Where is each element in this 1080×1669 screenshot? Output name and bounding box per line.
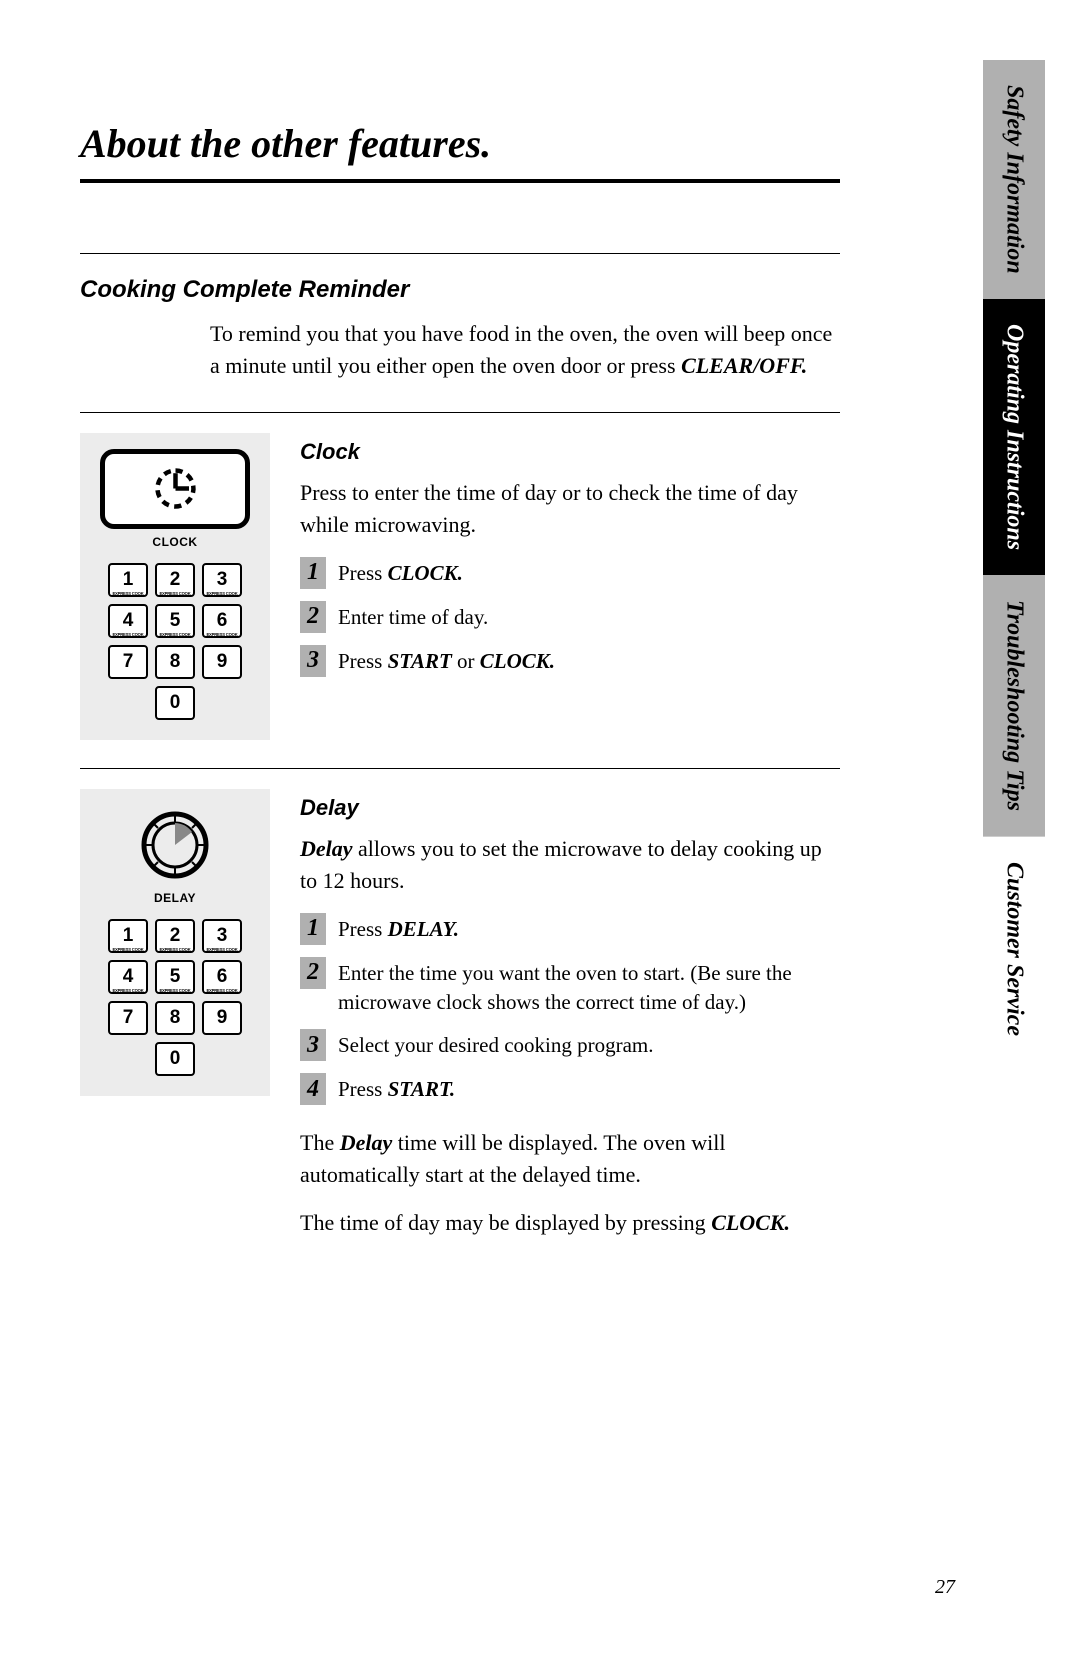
key-1[interactable]: 1EXPRESS COOK: [108, 919, 148, 953]
key-2[interactable]: 2EXPRESS COOK: [155, 919, 195, 953]
clock-panel-label: CLOCK: [152, 535, 197, 549]
clock-display: [100, 449, 250, 529]
side-tabs: Safety Information Operating Instruction…: [983, 60, 1045, 1061]
delay-dial-icon: [140, 810, 210, 880]
delay-body: Delay allows you to set the microwave to…: [300, 833, 840, 897]
tab-troubleshooting[interactable]: Troubleshooting Tips: [983, 575, 1045, 836]
key-0[interactable]: 0: [155, 686, 195, 720]
step-number: 3: [300, 645, 326, 677]
heading-reminder: Cooking Complete Reminder: [80, 276, 840, 304]
step-text: Press CLOCK.: [338, 557, 463, 588]
delay-display: [100, 805, 250, 885]
key-6[interactable]: 6EXPRESS COOK: [202, 604, 242, 638]
key-3[interactable]: 3EXPRESS COOK: [202, 563, 242, 597]
clock-keypad: 1EXPRESS COOK 2EXPRESS COOK 3EXPRESS COO…: [108, 563, 242, 720]
reminder-text: To remind you that you have food in the …: [210, 318, 840, 382]
step-text: Select your desired cooking program.: [338, 1029, 654, 1060]
key-8[interactable]: 8: [155, 1001, 195, 1035]
step-number: 3: [300, 1029, 326, 1061]
tab-operating[interactable]: Operating Instructions: [983, 299, 1045, 575]
key-0[interactable]: 0: [155, 1042, 195, 1076]
delay-panel: DELAY 1EXPRESS COOK 2EXPRESS COOK 3EXPRE…: [80, 789, 270, 1096]
heading-clock: Clock: [300, 439, 840, 465]
delay-section: DELAY 1EXPRESS COOK 2EXPRESS COOK 3EXPRE…: [80, 769, 840, 1283]
step-text: Enter time of day.: [338, 601, 488, 632]
tab-safety[interactable]: Safety Information: [983, 60, 1045, 299]
title-rule: [80, 179, 840, 183]
delay-after-1: The Delay time will be displayed. The ov…: [300, 1127, 840, 1191]
key-4[interactable]: 4EXPRESS COOK: [108, 604, 148, 638]
step-text: Enter the time you want the oven to star…: [338, 957, 840, 1018]
clock-panel: CLOCK 1EXPRESS COOK 2EXPRESS COOK 3EXPRE…: [80, 433, 270, 740]
step-text: Press START.: [338, 1073, 455, 1104]
key-1[interactable]: 1EXPRESS COOK: [108, 563, 148, 597]
step-number: 4: [300, 1073, 326, 1105]
key-9[interactable]: 9: [202, 1001, 242, 1035]
clock-section: CLOCK 1EXPRESS COOK 2EXPRESS COOK 3EXPRE…: [80, 413, 840, 768]
key-3[interactable]: 3EXPRESS COOK: [202, 919, 242, 953]
page-content: About the other features. Cooking Comple…: [80, 120, 840, 1283]
key-8[interactable]: 8: [155, 645, 195, 679]
key-2[interactable]: 2EXPRESS COOK: [155, 563, 195, 597]
delay-panel-label: DELAY: [154, 891, 196, 905]
step-text: Press DELAY.: [338, 913, 459, 944]
step-number: 2: [300, 957, 326, 989]
clock-steps: 1 Press CLOCK. 2 Enter time of day. 3 Press…: [300, 557, 840, 677]
delay-steps: 1 Press DELAY. 2 Enter the time you want t…: [300, 913, 840, 1106]
key-7[interactable]: 7: [108, 645, 148, 679]
step-text: Press START or CLOCK.: [338, 645, 555, 676]
key-7[interactable]: 7: [108, 1001, 148, 1035]
key-9[interactable]: 9: [202, 645, 242, 679]
key-4[interactable]: 4EXPRESS COOK: [108, 960, 148, 994]
page-title: About the other features.: [80, 120, 840, 167]
key-5[interactable]: 5EXPRESS COOK: [155, 604, 195, 638]
page-number: 27: [935, 1576, 955, 1599]
delay-after-2: The time of day may be displayed by pres…: [300, 1207, 840, 1239]
step-number: 1: [300, 913, 326, 945]
heading-delay: Delay: [300, 795, 840, 821]
clock-icon: [153, 466, 198, 511]
key-6[interactable]: 6EXPRESS COOK: [202, 960, 242, 994]
delay-keypad: 1EXPRESS COOK 2EXPRESS COOK 3EXPRESS COO…: [108, 919, 242, 1076]
step-number: 2: [300, 601, 326, 633]
tab-customer-service[interactable]: Customer Service: [983, 836, 1045, 1061]
step-number: 1: [300, 557, 326, 589]
clock-body: Press to enter the time of day or to che…: [300, 477, 840, 541]
divider: [80, 253, 840, 254]
key-5[interactable]: 5EXPRESS COOK: [155, 960, 195, 994]
